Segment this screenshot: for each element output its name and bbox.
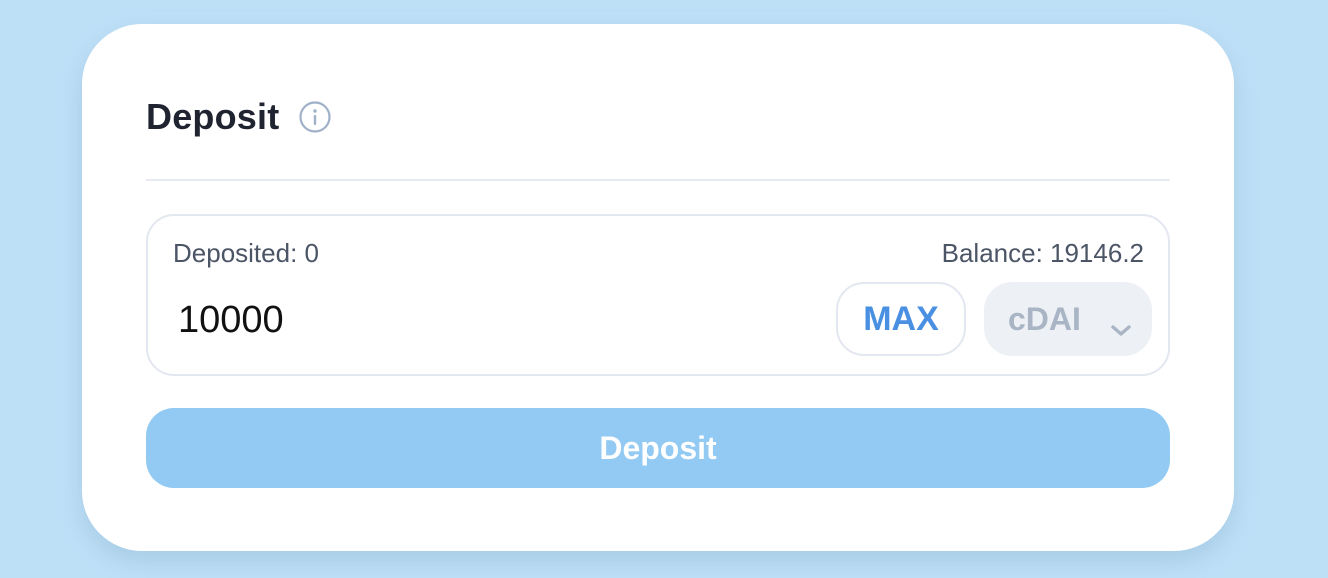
page-title: Deposit xyxy=(146,96,280,137)
header-divider xyxy=(146,179,1170,181)
amount-input[interactable] xyxy=(178,292,738,348)
amount-panel: Deposited: 0 Balance: 19146.2 MAX cDAI xyxy=(146,214,1170,376)
deposit-button[interactable]: Deposit xyxy=(146,408,1170,488)
balance-label: Balance: 19146.2 xyxy=(941,238,1144,268)
card-header: Deposit xyxy=(146,96,332,138)
info-icon[interactable] xyxy=(299,101,332,133)
chevron-down-icon xyxy=(1110,310,1132,336)
max-button[interactable]: MAX xyxy=(836,282,966,356)
deposit-card: Deposit Deposited: 0 Balance: 19146.2 MA… xyxy=(82,24,1234,551)
token-select[interactable]: cDAI xyxy=(984,282,1152,356)
deposited-amount-label: Deposited: 0 xyxy=(173,238,319,268)
token-select-label: cDAI xyxy=(1008,300,1081,337)
